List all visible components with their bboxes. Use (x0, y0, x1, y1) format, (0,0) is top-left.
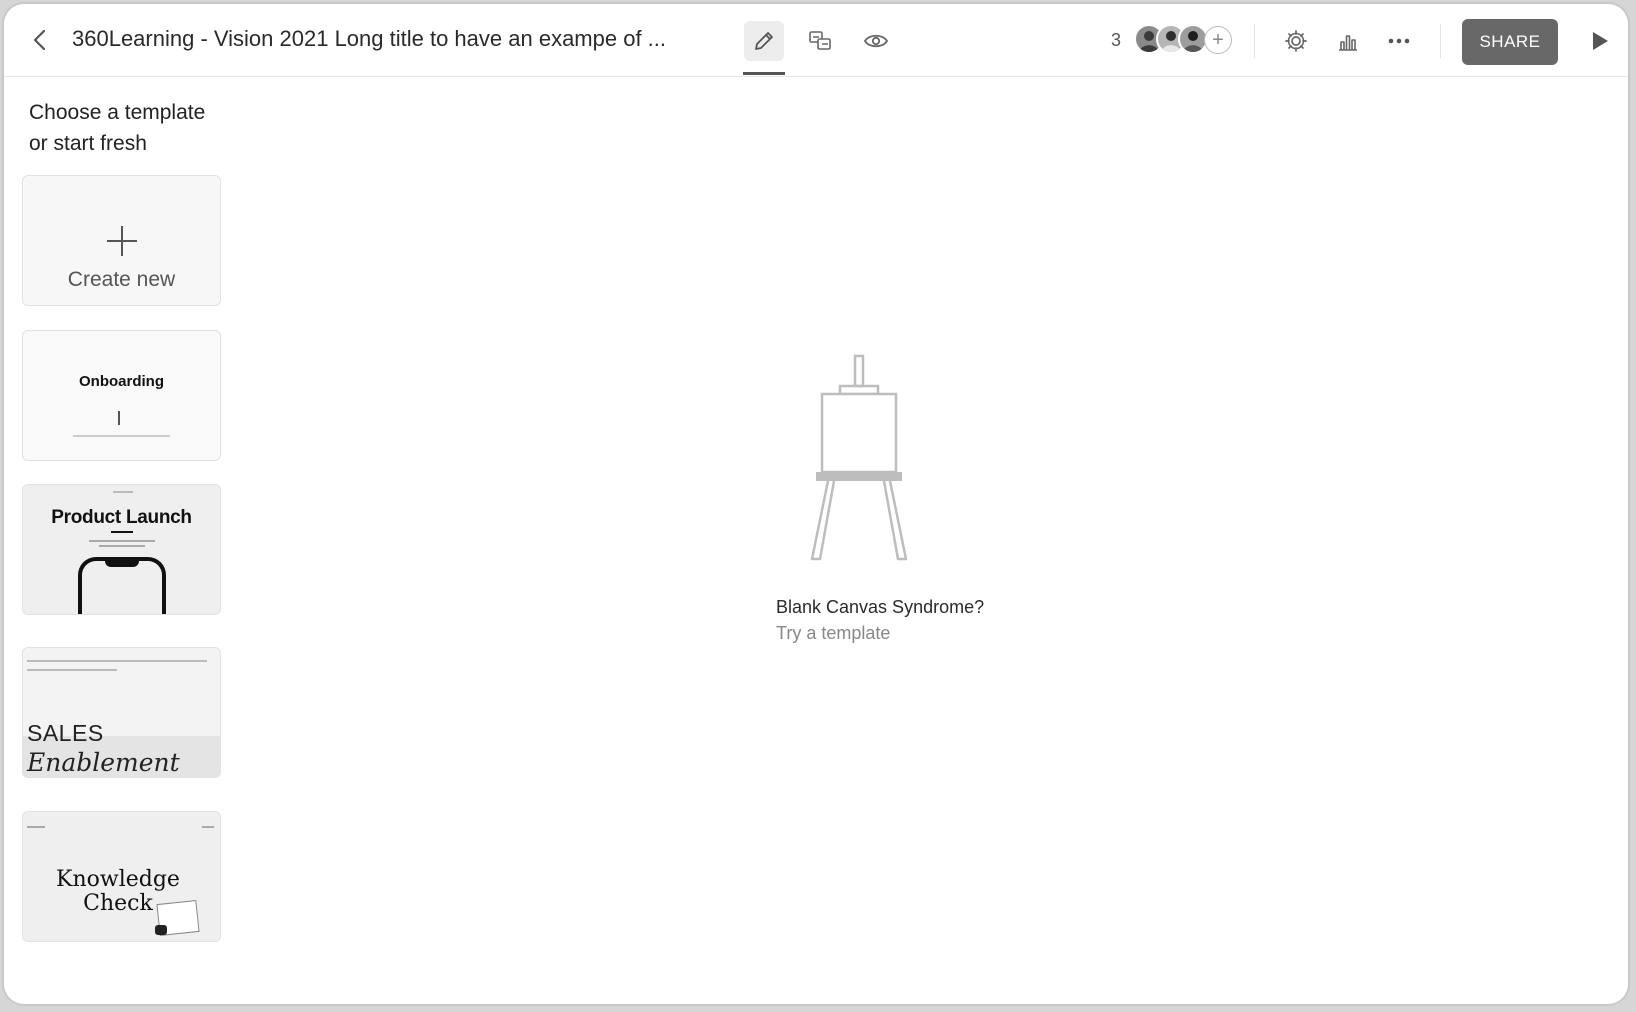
add-collaborator-button[interactable]: + (1204, 26, 1232, 54)
template-subtitle: Enablement (27, 748, 180, 777)
template-card-sales-enablement[interactable]: SALES Enablement (22, 647, 221, 778)
top-bar: 360Learning - Vision 2021 Long title to … (4, 4, 1628, 77)
template-title: Product Launch (51, 507, 192, 528)
edit-mode-button[interactable] (744, 21, 784, 61)
sidebar-heading-line2: or start fresh (29, 132, 147, 155)
analytics-button[interactable] (1331, 24, 1365, 58)
play-icon (1593, 32, 1608, 50)
sidebar-heading: Choose a template or start fresh (29, 97, 249, 159)
template-title: SALES (27, 720, 104, 746)
more-dots-icon (1388, 38, 1410, 44)
page-title: 360Learning - Vision 2021 Long title to … (72, 26, 667, 51)
preview-button[interactable] (856, 21, 896, 61)
plus-icon: + (1212, 28, 1224, 51)
active-mode-indicator (743, 72, 785, 75)
sidebar-heading-line1: Choose a template (29, 101, 206, 124)
plus-icon (107, 226, 137, 256)
create-new-label: Create new (67, 268, 176, 291)
easel-icon (810, 354, 908, 561)
template-title-line1: Knowledge (56, 867, 180, 892)
description-placeholder (89, 540, 155, 542)
eye-icon (863, 34, 889, 48)
title-underline (111, 531, 133, 533)
template-card-knowledge-check[interactable]: Knowledge Check (22, 811, 221, 942)
text-placeholder (27, 826, 45, 828)
text-placeholder (27, 669, 117, 671)
translate-icon (809, 31, 831, 50)
translate-button[interactable] (800, 21, 840, 61)
play-button[interactable] (1586, 28, 1612, 54)
person-icon (1183, 31, 1203, 52)
back-arrow-icon (33, 29, 46, 51)
collaborator-count: 3 (1111, 30, 1122, 50)
back-button[interactable] (26, 26, 54, 54)
pencil-icon (755, 32, 773, 50)
divider (1440, 24, 1441, 58)
logo-placeholder (113, 491, 133, 493)
template-title: Onboarding (79, 373, 164, 390)
template-card-onboarding[interactable]: Onboarding (22, 330, 221, 461)
bar-chart-icon (1339, 35, 1357, 51)
share-button[interactable]: SHARE (1462, 19, 1558, 65)
subtitle-placeholder (73, 435, 170, 437)
more-options-button[interactable] (1382, 24, 1416, 58)
divider (1254, 24, 1255, 58)
gear-icon (1285, 30, 1307, 52)
empty-state-subtitle: Try a template (776, 623, 891, 643)
text-placeholder (27, 660, 207, 662)
template-card-product-launch[interactable]: Product Launch (22, 484, 221, 615)
app-window: 360Learning - Vision 2021 Long title to … (2, 2, 1630, 1006)
thumbs-up-icon (155, 925, 167, 935)
create-new-card[interactable]: Create new (22, 175, 221, 306)
empty-state-title: Blank Canvas Syndrome? (776, 597, 985, 617)
description-placeholder (99, 545, 145, 547)
text-placeholder (202, 826, 214, 828)
cursor-line (118, 411, 120, 425)
settings-button[interactable] (1279, 24, 1313, 58)
phone-notch (105, 561, 139, 567)
